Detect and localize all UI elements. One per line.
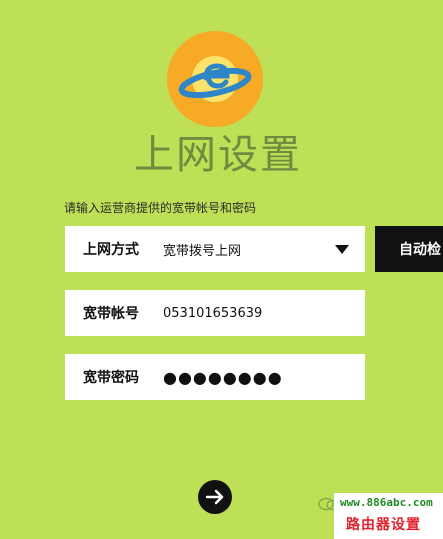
watermark-text: 路由器设置 [346,517,421,533]
password-label: 宽带密码 [83,370,139,386]
instruction-text: 请输入运营商提供的宽带帐号和密码 [64,201,257,215]
watermark-url: www.886abc.com [340,496,433,509]
next-button[interactable] [198,480,232,514]
page-title: 上网设置 [134,132,302,178]
chevron-down-icon[interactable] [335,244,349,254]
connection-type-value: 宽带拨号上网 [163,243,242,259]
auto-detect-button[interactable]: 自动检 [375,226,443,272]
connection-type-select[interactable]: 上网方式 宽带拨号上网 [65,226,365,272]
account-label: 宽带帐号 [83,306,139,322]
connection-type-label: 上网方式 [83,242,139,258]
account-input[interactable]: 053101653639 [163,306,365,321]
arrow-right-icon [205,489,224,505]
ie-logo-icon [166,30,264,128]
password-input[interactable]: ●●●●●●●● [163,368,365,387]
account-field[interactable]: 宽带帐号 053101653639 [65,290,365,336]
password-field[interactable]: 宽带密码 ●●●●●●●● [65,354,365,400]
